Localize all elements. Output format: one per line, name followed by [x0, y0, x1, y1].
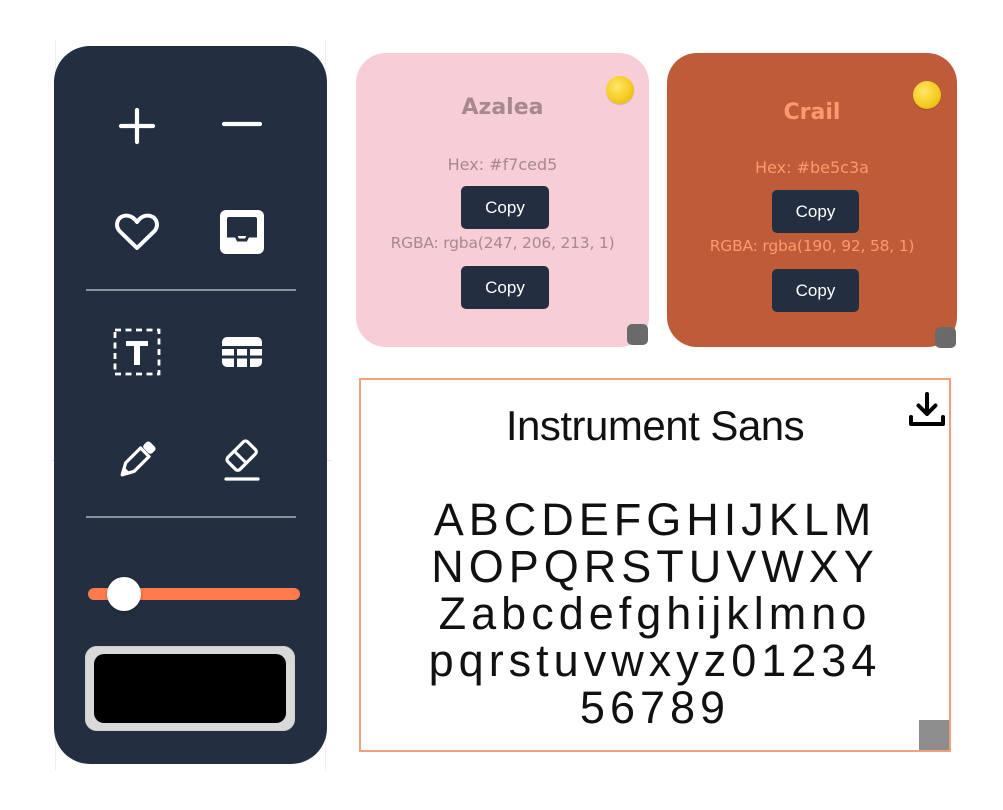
- resize-handle[interactable]: [919, 720, 949, 750]
- pen-tool-button[interactable]: [105, 428, 169, 492]
- font-name: Instrument Sans: [505, 402, 805, 449]
- color-name: Crail: [783, 100, 841, 125]
- eraser-icon: [218, 436, 266, 484]
- selected-color: [94, 654, 286, 723]
- add-icon: [117, 106, 157, 146]
- toolbar-divider: [86, 289, 296, 291]
- pen-icon: [113, 436, 161, 484]
- heart-icon: [114, 212, 160, 252]
- rgba-value: RGBA: rgba(247, 206, 213, 1): [390, 234, 615, 252]
- brush-size-slider[interactable]: [88, 577, 300, 611]
- glyph-sample: ABCDEFGHIJKLM NOPQRSTUVWXY Zabcdefghijkl…: [361, 496, 949, 731]
- text-box-icon: [113, 328, 161, 376]
- resize-handle[interactable]: [627, 324, 648, 345]
- font-preview-card: Instrument Sans ABCDEFGHIJKLM NOPQRSTUVW…: [359, 378, 951, 752]
- download-button[interactable]: [907, 390, 947, 430]
- copy-rgba-button[interactable]: Copy: [461, 266, 549, 309]
- copy-hex-button[interactable]: Copy: [461, 186, 549, 229]
- eraser-tool-button[interactable]: [210, 428, 274, 492]
- table-tool-button[interactable]: [210, 320, 274, 384]
- hex-value: Hex: #f7ced5: [447, 155, 558, 174]
- slider-thumb[interactable]: [107, 577, 142, 611]
- inbox-button[interactable]: [210, 200, 274, 264]
- glyph-line: Zabcdefghijklmno: [438, 588, 872, 639]
- add-button[interactable]: [105, 94, 169, 158]
- remove-button[interactable]: [210, 92, 274, 156]
- rgba-value: RGBA: rgba(190, 92, 58, 1): [709, 237, 915, 255]
- favorite-button[interactable]: [105, 200, 169, 264]
- copy-rgba-button[interactable]: Copy: [772, 269, 859, 312]
- table-icon: [220, 335, 264, 369]
- text-tool-button[interactable]: [105, 320, 169, 384]
- tool-panel: [54, 46, 327, 764]
- color-card-crail: Crail Hex: #be5c3a Copy RGBA: rgba(190, …: [667, 53, 957, 348]
- current-color-swatch[interactable]: [85, 646, 295, 731]
- glyph-line: 56789: [579, 682, 731, 733]
- glyph-line: pqrstuvwxyz01234: [428, 635, 882, 686]
- color-name: Azalea: [461, 95, 544, 120]
- inbox-icon: [219, 209, 265, 255]
- resize-handle[interactable]: [935, 327, 956, 348]
- glyph-line: NOPQRSTUVWXY: [431, 541, 879, 592]
- hex-value: Hex: #be5c3a: [755, 158, 869, 177]
- glyph-line: ABCDEFGHIJKLM: [433, 494, 877, 545]
- copy-hex-button[interactable]: Copy: [772, 190, 859, 233]
- remove-icon: [222, 119, 262, 129]
- toolbar-divider: [86, 516, 296, 518]
- download-icon: [907, 392, 947, 434]
- color-card-azalea: Azalea Hex: #f7ced5 Copy RGBA: rgba(247,…: [356, 53, 649, 347]
